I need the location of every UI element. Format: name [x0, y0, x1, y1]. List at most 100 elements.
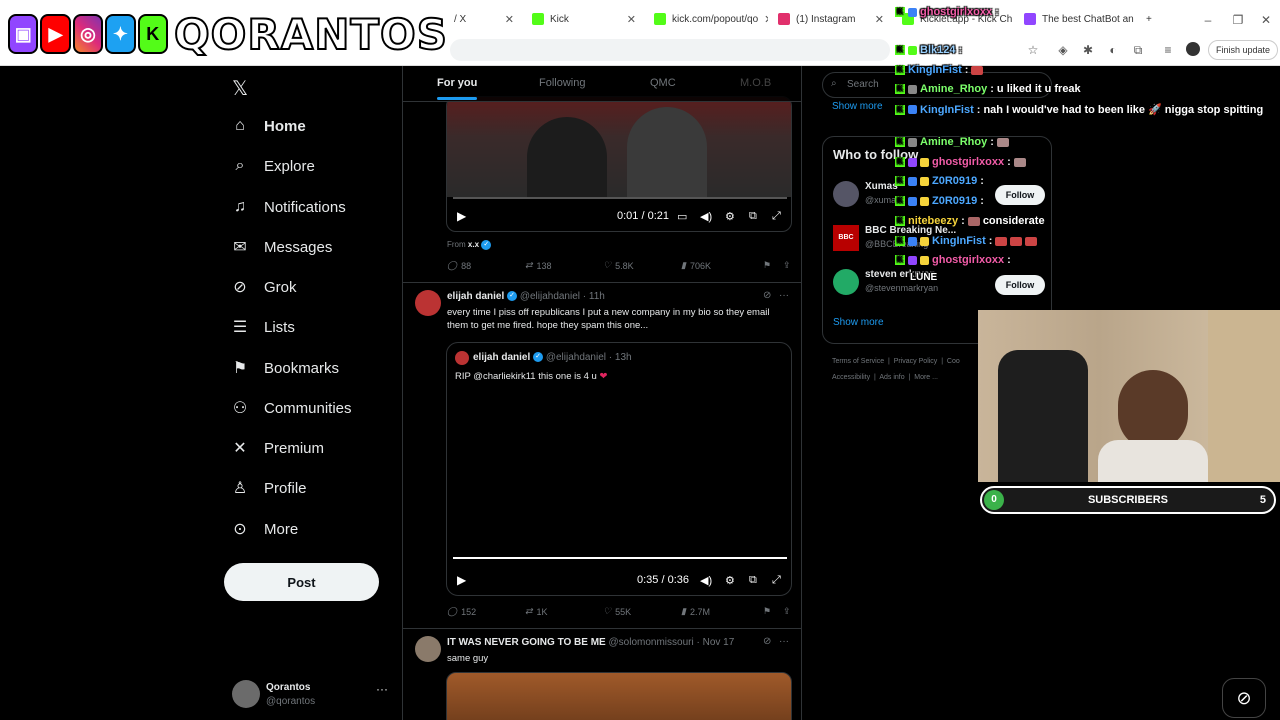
webcam-feed	[978, 310, 1280, 482]
reply-button[interactable]: ◯ 88	[447, 260, 471, 271]
nav-lists[interactable]: ☰ Lists	[230, 317, 295, 337]
nav-communities[interactable]: ⚇ Communities	[230, 398, 352, 418]
person-figure	[627, 107, 707, 197]
follow-button[interactable]: Follow	[995, 275, 1045, 295]
footer-link[interactable]: More ...	[914, 374, 938, 381]
nav-premium[interactable]: ✕ Premium	[230, 438, 324, 458]
chat-line: K Blk124:	[895, 44, 962, 56]
play-icon[interactable]: ▶	[457, 573, 466, 587]
more-dots-icon[interactable]: ···	[376, 682, 388, 696]
grok-icon[interactable]: ⊘	[763, 290, 771, 301]
more-dots-icon[interactable]: ···	[779, 290, 789, 301]
pip-icon[interactable]: ⧉	[749, 574, 757, 587]
views-button[interactable]: ▮ 2.7M	[681, 606, 710, 617]
from-handle[interactable]: x.x	[468, 240, 479, 249]
tweet-image[interactable]	[446, 672, 792, 720]
footer-link[interactable]: Coo	[947, 358, 960, 365]
tab-mob[interactable]: M.O.B	[740, 77, 771, 89]
grok-icon[interactable]: ⊘	[763, 636, 771, 647]
x-logo-icon[interactable]: 𝕏	[232, 76, 248, 101]
tab-instagram[interactable]: (1) Instagram ✕	[772, 8, 890, 30]
footer-link[interactable]: Terms of Service	[832, 358, 884, 365]
captions-icon[interactable]: ▭	[677, 210, 687, 223]
footer-link[interactable]: Privacy Policy	[894, 358, 938, 365]
reply-button[interactable]: ◯ 152	[447, 606, 476, 617]
nav-home[interactable]: ⌂ Home	[230, 116, 306, 136]
nav-messages[interactable]: ✉ Messages	[230, 237, 332, 257]
close-icon[interactable]: ✕	[764, 13, 768, 26]
volume-icon[interactable]: ◀)	[700, 210, 712, 223]
author-name[interactable]: elijah daniel	[447, 291, 504, 302]
suggestion-name[interactable]: Xumas	[865, 181, 898, 192]
author-handle[interactable]: @solomonmissouri	[609, 637, 694, 648]
fullscreen-icon[interactable]: ⤢	[772, 210, 781, 223]
tab-title: kick.com/popout/qo	[672, 13, 759, 25]
tweet-time[interactable]: · 11h	[583, 291, 605, 302]
tab-kick-popout[interactable]: kick.com/popout/qo ✕	[648, 8, 768, 30]
grok-floating-button[interactable]: ⊘	[1222, 678, 1266, 718]
like-button[interactable]: ♡ 55K	[603, 606, 631, 617]
grok-icon: ⊘	[233, 279, 247, 296]
play-icon[interactable]: ▶	[457, 209, 466, 223]
show-more-link[interactable]: Show more	[833, 317, 884, 328]
subscriber-goal-bar: 0 SUBSCRIBERS 5	[980, 486, 1276, 514]
main-feed: For you Following QMC M.O.B ▶ 0:01 / 0:2…	[402, 66, 802, 720]
kick-icon	[654, 13, 666, 25]
fullscreen-icon[interactable]: ⤢	[772, 574, 781, 587]
nav-notifications[interactable]: ♫ Notifications	[230, 197, 346, 217]
footer-link[interactable]: Ads info	[879, 374, 904, 381]
chat-user: KingInFist	[920, 103, 974, 116]
instagram-icon: ◎	[72, 14, 104, 54]
avatar[interactable]	[833, 269, 859, 295]
bbc-logo[interactable]: BBC	[833, 225, 859, 251]
share-button[interactable]: ⇪	[783, 606, 791, 617]
settings-icon[interactable]: ⚙	[725, 210, 735, 223]
footer-link[interactable]: Accessibility	[832, 374, 870, 381]
pip-icon[interactable]: ⧉	[749, 210, 757, 223]
repost-button[interactable]: ⇄ 138	[525, 260, 552, 271]
tab-following[interactable]: Following	[539, 77, 585, 89]
tab-qmc[interactable]: QMC	[650, 77, 676, 89]
author-name[interactable]: IT WAS NEVER GOING TO BE ME	[447, 637, 606, 648]
post-button[interactable]: Post	[224, 563, 379, 601]
nav-profile[interactable]: ♙ Profile	[230, 478, 307, 498]
verified-icon: ✓	[481, 240, 492, 250]
settings-icon[interactable]: ⚙	[725, 574, 735, 587]
share-button[interactable]: ⇪	[783, 260, 791, 271]
nav-label: More	[264, 520, 299, 538]
close-icon[interactable]: ✕	[627, 13, 636, 26]
more-dots-icon[interactable]: ···	[779, 636, 789, 647]
video-progress[interactable]	[453, 197, 787, 199]
grok-icon: ⊘	[1236, 688, 1252, 708]
chat-line: K Z0R0919:	[895, 175, 984, 187]
quote-tweet[interactable]: elijah daniel ✓ @elijahdaniel · 13h RIP …	[446, 342, 792, 596]
views-button[interactable]: ▮ 706K	[681, 260, 711, 271]
video-player[interactable]: ▶ 0:01 / 0:21 ▭ ◀) ⚙ ⧉ ⤢	[446, 96, 792, 232]
avatar[interactable]	[833, 181, 859, 207]
tab-for-you[interactable]: For you	[437, 77, 478, 100]
close-icon[interactable]: ✕	[875, 13, 884, 26]
nav-explore[interactable]: ⌕ Explore	[230, 156, 315, 176]
author-handle[interactable]: @elijahdaniel	[520, 291, 580, 302]
like-button[interactable]: ♡ 5.8K	[603, 260, 634, 271]
tab-kick[interactable]: Kick ✕	[526, 8, 642, 30]
tab-x[interactable]: / X ✕	[448, 8, 520, 30]
nav-bookmarks[interactable]: ⚑ Bookmarks	[230, 358, 339, 378]
avatar[interactable]	[415, 636, 441, 662]
volume-icon[interactable]: ◀)	[700, 574, 712, 587]
tweet-time[interactable]: · Nov 17	[696, 637, 734, 648]
nav-more[interactable]: ⊙ More	[230, 519, 298, 539]
stream-banner: ▣ ▶ ◎ ✦ K QORANTOS	[8, 6, 448, 62]
repost-button[interactable]: ⇄ 1K	[525, 606, 548, 617]
show-more-link[interactable]: Show more	[832, 101, 883, 112]
account-name: Qorantos	[266, 682, 311, 693]
close-icon[interactable]: ✕	[505, 13, 514, 26]
bookmark-button[interactable]: ⚑	[763, 260, 771, 271]
avatar[interactable]	[415, 290, 441, 316]
nav-grok[interactable]: ⊘ Grok	[230, 277, 297, 297]
video-progress[interactable]	[453, 557, 787, 559]
bookmark-button[interactable]: ⚑	[763, 606, 771, 617]
nav-label: Grok	[264, 278, 297, 296]
address-bar[interactable]	[450, 39, 890, 61]
account-switcher[interactable]: Qorantos @qorantos ···	[232, 678, 402, 714]
